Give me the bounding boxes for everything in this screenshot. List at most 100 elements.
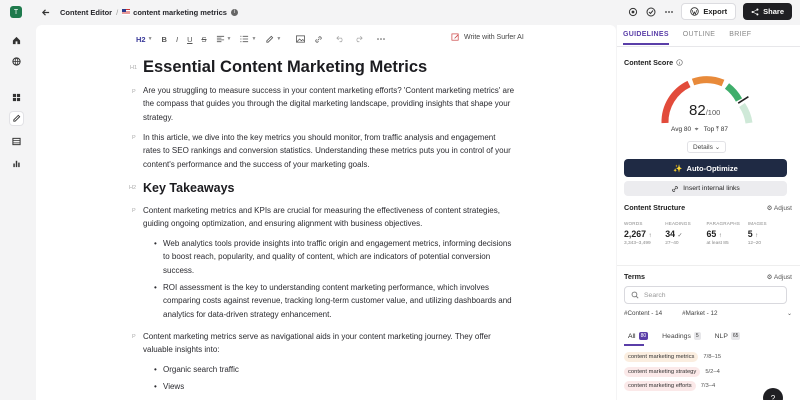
stat-range: 3,343–3,499 (624, 241, 651, 246)
arrow-up-icon: ↑ (648, 233, 652, 239)
link-icon (672, 185, 678, 192)
link-icon[interactable] (314, 33, 323, 45)
p-tag: P (132, 334, 136, 340)
tab-guidelines[interactable]: GUIDELINES (623, 31, 669, 45)
insert-links-label: Insert internal links (683, 185, 740, 192)
paragraph[interactable]: Content marketing metrics serve as navig… (143, 330, 515, 357)
gauge-light-arc (739, 103, 753, 124)
structure-stats: WORDS 2,267 ↑ 3,343–3,499 HEADINGS 34 ✓ … (622, 221, 787, 246)
home-icon[interactable] (10, 34, 23, 47)
stat-number: 65 (706, 229, 717, 239)
italic-button[interactable]: I (176, 33, 178, 45)
document-title-heading[interactable]: Essential Content Marketing Metrics (143, 58, 427, 77)
list-item[interactable]: content marketing efforts 7/3–4 (624, 381, 721, 391)
table-icon[interactable] (10, 135, 23, 148)
insert-internal-links-button[interactable]: Insert internal links (624, 181, 787, 196)
check-circle-icon[interactable] (645, 6, 656, 17)
back-arrow-icon[interactable] (38, 5, 52, 19)
workspace-avatar[interactable]: T (10, 6, 22, 18)
more-icon[interactable] (663, 6, 674, 17)
details-dropdown[interactable]: Details ⌄ (687, 141, 727, 153)
top-value: 87 (720, 126, 728, 133)
terms-heading: Terms (624, 272, 646, 281)
list-item[interactable]: content marketing strategy 5/2–4 (624, 366, 721, 377)
chevron-down-icon[interactable]: ⌄ (787, 310, 792, 317)
top-label: Top (703, 126, 715, 133)
terms-search[interactable] (624, 286, 787, 304)
align-dropdown[interactable]: ▼ (216, 33, 231, 45)
sparkle-icon: ✨ (673, 163, 683, 173)
auto-optimize-button[interactable]: ✨ Auto-Optimize (624, 159, 787, 177)
highlight-dropdown[interactable]: ▼ (265, 33, 281, 45)
list-item[interactable]: ROI assessment is the key to understandi… (154, 281, 519, 321)
filter-content[interactable]: #Content - 14 (624, 310, 662, 317)
list-item[interactable]: Views (154, 380, 519, 394)
globe-icon[interactable] (10, 55, 23, 68)
chip-all[interactable]: All 80 (624, 330, 652, 342)
undo-icon[interactable] (336, 33, 345, 45)
heading-dropdown[interactable]: H2 ▼ (136, 33, 153, 45)
settings-icon[interactable] (627, 6, 638, 17)
image-icon[interactable] (296, 33, 306, 45)
write-with-ai-button[interactable]: Write with Surfer AI (451, 33, 524, 42)
document-title[interactable]: content marketing metrics (133, 8, 227, 17)
h2-tag: H2 (129, 185, 137, 191)
terms-list: content marketing metrics 7/8–15 content… (624, 352, 721, 396)
search-input[interactable] (644, 291, 774, 299)
info-icon[interactable]: i (230, 8, 238, 16)
chart-icon[interactable] (10, 157, 23, 170)
stat-value: 5 ↑ (748, 229, 787, 239)
chip-headings[interactable]: Headings 5 (658, 330, 705, 342)
p-tag: P (132, 89, 136, 95)
strikethrough-button[interactable]: S (201, 33, 206, 45)
h1-tag: H1 (130, 65, 138, 71)
arrow-up-icon: ↑ (718, 233, 722, 239)
chip-nlp[interactable]: NLP 65 (711, 330, 745, 342)
share-button[interactable]: Share (743, 3, 792, 20)
align-left-icon (216, 35, 224, 43)
arrow-up-icon: ↑ (755, 233, 759, 239)
underline-button[interactable]: U (187, 33, 192, 45)
gauge-red-arc (661, 80, 691, 124)
intro-paragraph[interactable]: Are you struggling to measure success in… (143, 84, 515, 124)
stat-label: WORDS (624, 221, 643, 226)
term-category-tabs: All 80 Headings 5 NLP 65 (624, 330, 744, 342)
grid-icon[interactable] (10, 91, 23, 104)
stat-value: 2,267 ↑ (624, 229, 663, 239)
stat-headings: HEADINGS 34 ✓ 27–40 (663, 221, 704, 246)
top-actions: Export Share (627, 3, 792, 20)
export-button[interactable]: Export (681, 3, 737, 20)
paragraph[interactable]: In this article, we dive into the key me… (143, 131, 515, 171)
avg-label: Avg (671, 126, 683, 133)
stat-range: 12–20 (747, 241, 762, 246)
tab-brief[interactable]: BRIEF (729, 31, 751, 45)
chip-count: 5 (693, 332, 701, 340)
score-number: 82 (689, 102, 706, 119)
list-dropdown[interactable]: ▼ (240, 33, 256, 45)
breadcrumb-app[interactable]: Content Editor (60, 8, 112, 17)
redo-icon[interactable] (354, 33, 364, 45)
chip-label: Headings (662, 332, 691, 340)
stat-number: 34 (665, 229, 676, 239)
sliders-icon: ⚙ (766, 205, 773, 212)
list-item[interactable]: Organic search traffic (154, 363, 519, 377)
key-takeaways-heading[interactable]: Key Takeaways (143, 181, 235, 195)
more-options-icon[interactable] (376, 33, 386, 45)
adjust-terms-button[interactable]: ⚙ Adjust (767, 273, 792, 281)
paragraph[interactable]: Content marketing metrics and KPIs are c… (143, 204, 515, 231)
stat-label: PARAGRAPHS (706, 221, 741, 226)
content-structure-heading: Content Structure (624, 203, 686, 212)
guidelines-panel: GUIDELINES OUTLINE BRIEF Content Score 8… (617, 25, 800, 400)
details-label: Details (693, 144, 713, 151)
chip-count: 65 (730, 332, 741, 340)
tab-outline[interactable]: OUTLINE (683, 31, 715, 45)
bold-button[interactable]: B (162, 33, 167, 45)
filter-market[interactable]: #Market - 12 (682, 310, 717, 317)
stat-words: WORDS 2,267 ↑ 3,343–3,499 (622, 221, 663, 246)
info-icon[interactable] (676, 59, 683, 66)
edit-icon[interactable] (10, 112, 23, 125)
list-item[interactable]: Web analytics tools provide insights int… (154, 237, 519, 277)
editor-canvas[interactable]: H2 ▼ B I U S ▼ ▼ ▼ Write with Surfer AI … (36, 25, 616, 400)
list-item[interactable]: content marketing metrics 7/8–15 (624, 352, 721, 362)
adjust-structure-button[interactable]: ⚙ Adjust (767, 204, 792, 212)
